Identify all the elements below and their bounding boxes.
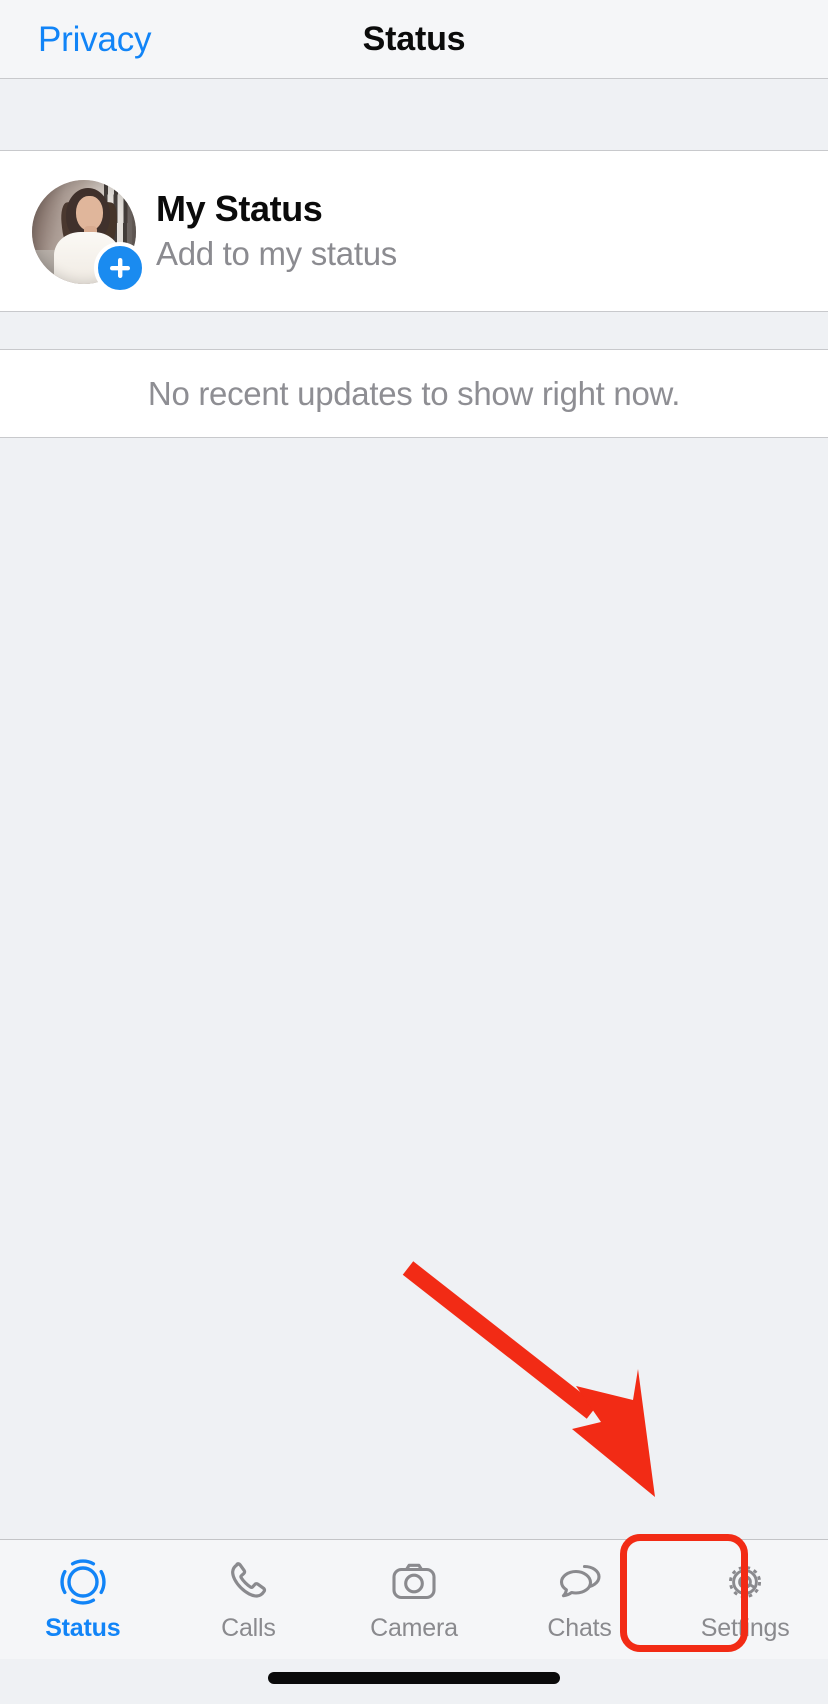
chat-bubbles-icon	[553, 1554, 607, 1610]
content-background	[0, 438, 828, 1539]
avatar-container[interactable]	[32, 180, 146, 294]
my-status-subtitle: Add to my status	[156, 235, 397, 272]
tab-bar: Status Calls Camera Chats Settings	[0, 1539, 828, 1659]
tab-label-status: Status	[45, 1614, 121, 1642]
my-status-row[interactable]: My Status Add to my status	[0, 151, 828, 398]
no-updates-card: No recent updates to show right now.	[0, 350, 828, 438]
no-updates-message: No recent updates to show right now.	[147, 374, 681, 412]
section-gap-top	[0, 79, 828, 151]
home-indicator	[268, 1672, 560, 1684]
gear-icon	[718, 1554, 772, 1610]
page-title: Status	[362, 20, 466, 58]
my-status-text-block: My Status Add to my status	[156, 187, 397, 275]
plus-icon[interactable]	[94, 242, 146, 294]
tab-label-chats: Chats	[547, 1614, 612, 1642]
my-status-title: My Status	[156, 188, 323, 229]
tab-label-settings: Settings	[700, 1614, 790, 1642]
camera-outline-icon	[387, 1554, 441, 1610]
phone-icon	[221, 1554, 275, 1610]
tab-label-camera: Camera	[370, 1614, 458, 1642]
tab-settings[interactable]: Settings	[662, 1540, 828, 1659]
tab-calls[interactable]: Calls	[166, 1540, 332, 1659]
status-rings-icon	[56, 1554, 110, 1610]
app-screen: Privacy Status My Status Add to my statu…	[0, 0, 828, 1704]
tab-label-calls: Calls	[221, 1614, 276, 1642]
tab-camera[interactable]: Camera	[331, 1540, 497, 1659]
tab-chats[interactable]: Chats	[497, 1540, 663, 1659]
section-gap-middle	[0, 311, 828, 350]
navigation-bar: Privacy Status	[0, 0, 828, 79]
tab-status[interactable]: Status	[0, 1540, 166, 1659]
